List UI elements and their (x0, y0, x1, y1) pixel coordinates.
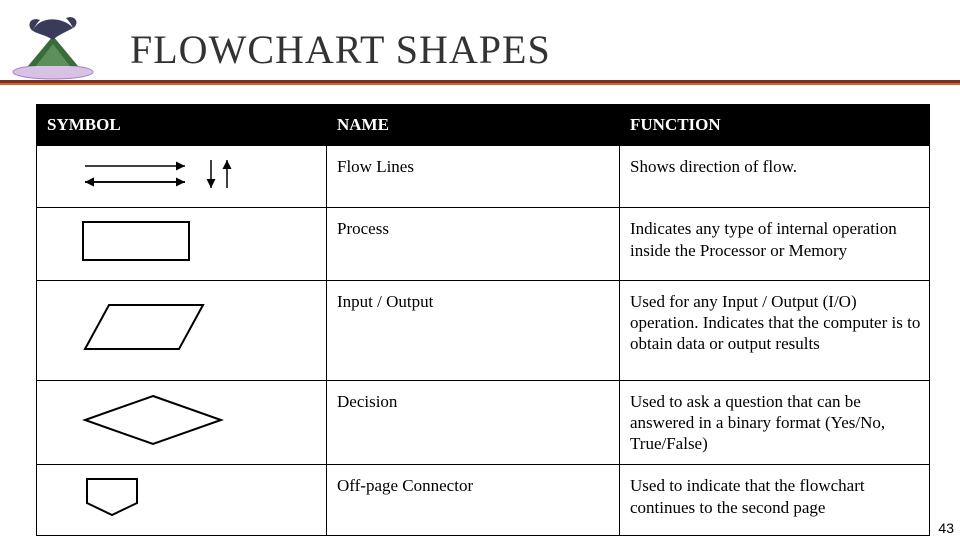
symbol-cell-offpage (37, 465, 327, 535)
header-symbol: SYMBOL (37, 105, 327, 146)
offpage-connector-icon (81, 475, 151, 519)
table-header-row: SYMBOL NAME FUNCTION (37, 105, 930, 146)
name-cell: Off-page Connector (327, 465, 620, 535)
name-cell: Process (327, 208, 620, 280)
university-logo (8, 6, 98, 90)
function-cell: Shows direction of flow. (620, 146, 930, 208)
process-icon (81, 218, 201, 264)
flowchart-shapes-table: SYMBOL NAME FUNCTION (36, 104, 930, 536)
name-cell: Flow Lines (327, 146, 620, 208)
symbol-cell-io (37, 280, 327, 380)
decision-diamond-icon (81, 392, 231, 448)
page-title: FLOWCHART SHAPES (130, 26, 551, 73)
function-cell: Used to ask a question that can be answe… (620, 380, 930, 465)
table-row: Process Indicates any type of internal o… (37, 208, 930, 280)
table-row: Flow Lines Shows direction of flow. (37, 146, 930, 208)
header-function: FUNCTION (620, 105, 930, 146)
function-cell: Used for any Input / Output (I/O) operat… (620, 280, 930, 380)
title-underline (0, 80, 960, 86)
header-name: NAME (327, 105, 620, 146)
table-row: Input / Output Used for any Input / Outp… (37, 280, 930, 380)
symbol-cell-decision (37, 380, 327, 465)
table-row: Off-page Connector Used to indicate that… (37, 465, 930, 535)
table-row: Decision Used to ask a question that can… (37, 380, 930, 465)
function-cell: Used to indicate that the flowchart cont… (620, 465, 930, 535)
function-cell: Indicates any type of internal operation… (620, 208, 930, 280)
symbol-cell-process (37, 208, 327, 280)
io-parallelogram-icon (81, 299, 211, 355)
flow-lines-icon (81, 156, 241, 192)
symbol-cell-flowlines (37, 146, 327, 208)
name-cell: Decision (327, 380, 620, 465)
page-number: 43 (938, 520, 954, 536)
name-cell: Input / Output (327, 280, 620, 380)
